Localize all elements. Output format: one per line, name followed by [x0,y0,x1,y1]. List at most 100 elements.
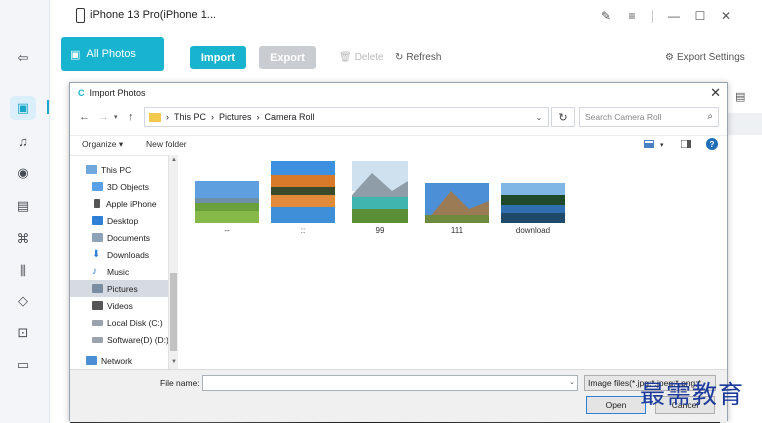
import-photos-dialog: C Import Photos ✕ ← → ▾ ↑ › This PC › Pi… [69,82,728,422]
view-options-icon[interactable] [644,140,654,148]
delete-button[interactable]: 🗑︎ Delete [339,52,384,63]
nav-scrollbar[interactable]: ▲ ▼ [168,155,178,369]
edit-icon[interactable]: ✎ [598,9,614,23]
export-settings-button[interactable]: ⚙ Export Settings [665,52,745,63]
nav-item-label: This PC [101,164,132,175]
all-photos-label: All Photos [86,48,136,60]
desert-mountain-thumbnail [425,183,489,223]
tag-icon[interactable]: ◇ [10,289,36,313]
help-icon[interactable]: ? [706,138,718,150]
file-name: :: [300,226,306,235]
file-item[interactable]: 99 [350,161,410,235]
preview-pane-icon[interactable] [681,140,691,148]
scroll-down-icon[interactable]: ▼ [170,359,178,365]
close-icon[interactable]: ✕ [718,9,734,23]
apps-icon[interactable]: ⌘ [10,227,36,251]
title-bar: iPhone 13 Pro(iPhone 1... ✎ ≡ — ☐ ✕ [50,0,762,36]
nav-item-3d-objects[interactable]: 3D Objects [70,178,168,195]
folder-icon[interactable]: ▭ [10,353,36,377]
breadcrumb-this-pc[interactable]: This PC [174,112,206,122]
import-button[interactable]: Import [190,46,246,69]
chevron-right-icon: › [166,112,169,122]
nav-item-network[interactable]: Network [70,352,168,369]
mountain-lake-thumbnail [352,161,408,223]
file-name: -- [224,226,230,235]
chevron-down-icon[interactable]: ⌄ [529,107,549,127]
maximize-icon[interactable]: ☐ [692,9,708,23]
refresh-icon: ↻ [395,52,404,63]
backup-icon[interactable]: ⊡ [10,321,36,345]
books-icon[interactable]: ⫼ [10,259,36,283]
forward-arrow-icon[interactable]: → [98,111,109,123]
contacts-icon[interactable]: ▤ [10,194,36,218]
forest-lake-thumbnail [501,183,565,223]
file-item[interactable]: :: [270,161,336,235]
search-placeholder: Search Camera Roll [585,112,662,122]
view-dropdown-icon[interactable]: ▾ [660,141,664,149]
dialog-close-icon[interactable]: ✕ [710,85,721,101]
nav-item-label: Pictures [107,283,138,294]
divider [652,10,653,23]
left-rail: ⇦ ▣ ♫ ◉ ▤ ⌘ ⫼ ◇ ⊡ ▭ [0,0,50,423]
nav-item-pictures[interactable]: Pictures [70,280,168,297]
nav-item-music[interactable]: ♪ Music [70,263,168,280]
menu-icon[interactable]: ≡ [624,9,640,23]
export-button[interactable]: Export [259,46,316,69]
new-folder-button[interactable]: New folder [146,139,187,149]
breadcrumb-camera-roll[interactable]: Camera Roll [265,112,315,122]
up-arrow-icon[interactable]: ↑ [128,111,134,123]
nav-item-label: Videos [107,300,133,311]
scrollbar-thumb[interactable] [170,273,177,351]
file-name-input[interactable]: ⌄ [202,375,578,391]
nav-item-documents[interactable]: Documents [70,229,168,246]
nav-item-apple-iphone[interactable]: Apple iPhone [70,195,168,212]
file-item[interactable]: 111 [424,183,490,235]
nav-item-local-disk-c[interactable]: Local Disk (C:) [70,314,168,331]
calendar-icon[interactable]: ▤ [735,90,745,103]
file-name-label: File name: [160,378,200,388]
command-bar: Organize ▾ New folder ▾ ? [70,135,727,153]
search-input[interactable]: Search Camera Roll ⌕ [579,107,719,127]
video-icon [92,301,103,310]
device-name[interactable]: iPhone 13 Pro(iPhone 1... [90,9,216,21]
address-row: ← → ▾ ↑ › This PC › Pictures › Camera Ro… [70,106,727,130]
chevron-down-icon[interactable]: ⌄ [569,378,575,386]
minimize-icon[interactable]: — [666,9,682,23]
network-icon [86,356,97,365]
file-item[interactable]: -- [194,181,260,235]
nav-item-software-d[interactable]: Software(D) (D:) [70,331,170,348]
file-item[interactable]: download [498,183,568,235]
nav-item-label: Music [107,266,130,277]
image-icon: ▣ [70,48,81,61]
cube-icon [92,182,103,191]
nav-item-this-pc[interactable]: This PC [70,161,168,178]
photos-icon[interactable]: ▣ [10,96,36,120]
refresh-path-button[interactable]: ↻ [551,107,575,127]
video-icon[interactable]: ◉ [10,161,36,185]
back-icon[interactable]: ⇦ [10,46,36,70]
address-bar[interactable]: › This PC › Pictures › Camera Roll [144,107,549,127]
recent-dropdown-icon[interactable]: ▾ [114,113,118,121]
dialog-footer: File name: ⌄ Image files(*.jpg;*.jpeg;*.… [70,369,727,422]
background-row [728,113,762,135]
refresh-button[interactable]: ↻ Refresh [395,52,441,63]
navigation-pane: This PC 3D Objects Apple iPhone Desktop … [70,155,178,369]
breadcrumb-pictures[interactable]: Pictures [219,112,252,122]
delete-label: Delete [354,52,384,63]
file-list: -- :: 99 111 download [180,155,728,369]
open-button[interactable]: Open [586,396,646,414]
all-photos-tab[interactable]: ▣ All Photos [61,37,164,71]
nav-item-desktop[interactable]: Desktop [70,212,168,229]
nav-item-label: Apple iPhone [106,198,157,209]
nav-item-label: 3D Objects [107,181,150,192]
nav-item-downloads[interactable]: ⬇ Downloads [70,246,168,263]
documents-icon [92,233,103,242]
disk-icon [92,336,103,343]
music-icon[interactable]: ♫ [10,129,36,153]
disk-icon [92,319,103,326]
organize-menu[interactable]: Organize ▾ [82,139,123,150]
back-arrow-icon[interactable]: ← [79,111,90,123]
nav-item-videos[interactable]: Videos [70,297,168,314]
search-icon: ⌕ [707,111,713,122]
scroll-up-icon[interactable]: ▲ [170,157,178,163]
